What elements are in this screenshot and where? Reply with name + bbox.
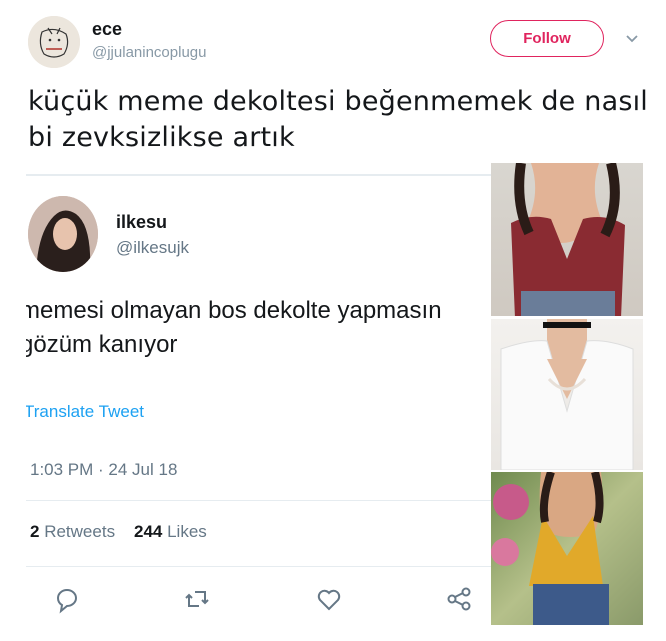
quoted-text-line: gözüm kanıyor bbox=[26, 331, 178, 358]
divider bbox=[26, 500, 496, 501]
author-avatar[interactable] bbox=[28, 16, 80, 68]
author-handle[interactable]: @jjulanincoplugu bbox=[92, 44, 206, 61]
retweet-icon bbox=[182, 584, 212, 614]
divider bbox=[26, 566, 496, 567]
retweets-count: 2 bbox=[30, 522, 40, 541]
quoted-avatar bbox=[28, 196, 98, 272]
tweet-text-line: küçük meme dekoltesi beğenmemek de nasıl bbox=[28, 86, 649, 117]
follow-button[interactable]: Follow bbox=[490, 20, 604, 57]
tweet-text: küçük meme dekoltesi beğenmemek de nasıl… bbox=[28, 84, 648, 156]
reply-icon bbox=[52, 584, 82, 614]
translate-tweet-link: Translate Tweet bbox=[26, 402, 145, 421]
likes-label: Likes bbox=[167, 522, 207, 541]
retweets-label: Retweets bbox=[44, 522, 116, 541]
author-display-name[interactable]: ece bbox=[92, 19, 122, 40]
quoted-text: memesi olmayan bos dekolte yapmasın gözü… bbox=[26, 294, 496, 362]
like-icon bbox=[314, 584, 344, 614]
quoted-stats: 2 Retweets 244 Likes bbox=[30, 522, 207, 542]
chevron-down-icon[interactable] bbox=[624, 30, 640, 46]
photo-white-blouse[interactable] bbox=[491, 319, 643, 470]
share-icon bbox=[444, 584, 474, 614]
photo-yellow-camisole[interactable] bbox=[491, 472, 643, 625]
quoted-handle: @ilkesujk bbox=[116, 238, 189, 257]
quoted-timestamp: 1:03 PM · 24 Jul 18 bbox=[30, 460, 178, 479]
quoted-tweet-image: ilkesu @ilkesujk memesi olmayan bos deko… bbox=[26, 174, 496, 641]
likes-count: 244 bbox=[133, 522, 163, 541]
photo-burgundy-top[interactable] bbox=[491, 163, 643, 316]
tweet-text-line: bi zevksizlikse artık bbox=[28, 122, 295, 153]
quoted-text-line: memesi olmayan bos dekolte yapmasın bbox=[26, 297, 442, 324]
quoted-display-name: ilkesu bbox=[116, 212, 168, 232]
